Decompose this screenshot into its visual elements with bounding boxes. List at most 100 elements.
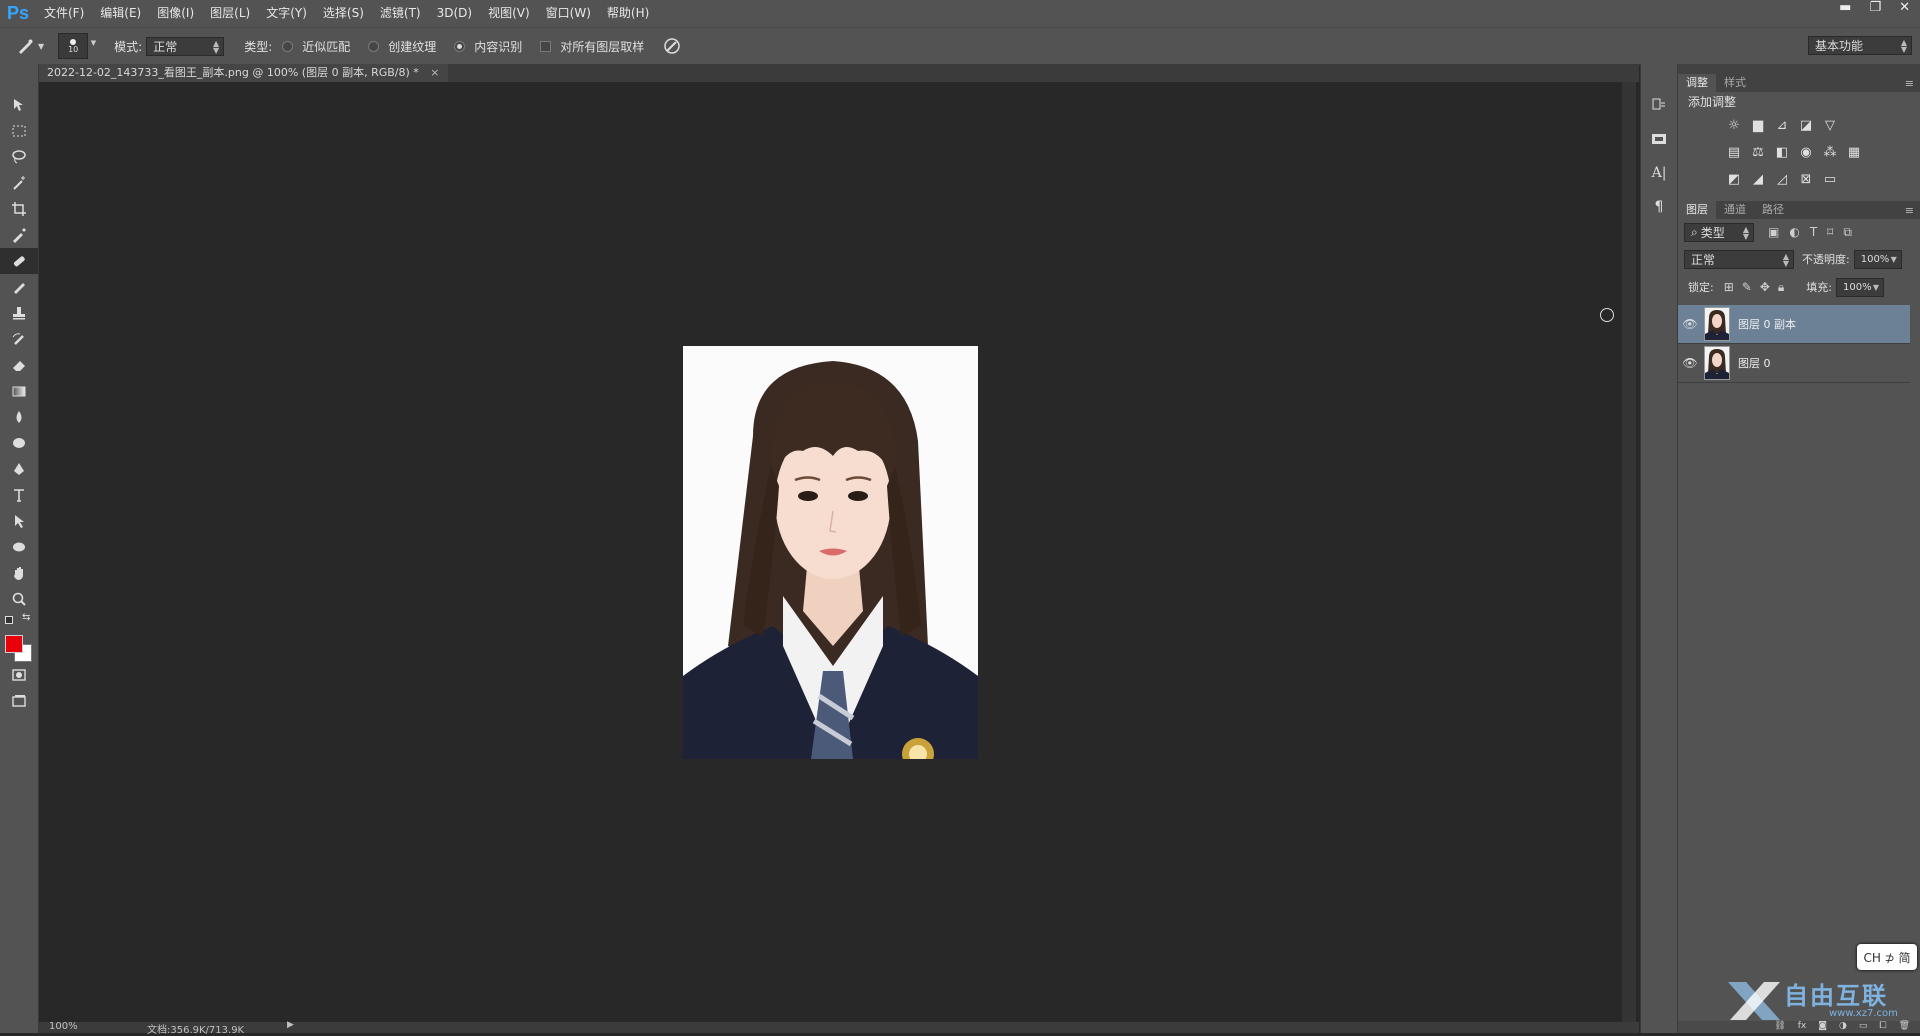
minimize-button[interactable]: ▬	[1839, 0, 1851, 20]
panel-menu-icon[interactable]: ≡	[1905, 204, 1914, 217]
black-white-icon[interactable]: ◧	[1774, 145, 1790, 161]
filter-shape-icon[interactable]: ⌑	[1827, 225, 1833, 239]
close-button[interactable]: ✕	[1899, 0, 1910, 20]
eyedropper-tool[interactable]	[0, 222, 38, 248]
menu-edit[interactable]: 编辑(E)	[92, 0, 149, 27]
document-tab[interactable]: 2022-12-02_143733_看图王_副本.png @ 100% (图层 …	[39, 64, 448, 82]
levels-icon[interactable]: ▆	[1750, 118, 1766, 134]
clone-stamp-tool[interactable]	[0, 300, 38, 326]
channel-mixer-icon[interactable]: ⁂	[1822, 145, 1838, 161]
mode-select[interactable]: 正常 ▲ ▼	[146, 36, 225, 56]
layer-filter-select[interactable]: ⌕ 类型 ▲ ▼	[1684, 222, 1754, 242]
vertical-scrollbar[interactable]	[1622, 82, 1636, 1022]
menu-image[interactable]: 图像(I)	[149, 0, 202, 27]
tab-channels[interactable]: 通道	[1716, 201, 1754, 219]
quick-mask-button[interactable]	[0, 662, 38, 688]
lock-transparent-icon[interactable]: ⊞	[1724, 280, 1734, 294]
spot-healing-tool[interactable]	[0, 248, 38, 274]
screen-mode-button[interactable]	[0, 688, 38, 714]
document-image[interactable]	[683, 346, 978, 759]
status-menu-arrow-icon[interactable]: ▶	[287, 1020, 294, 1030]
magic-wand-tool[interactable]	[0, 170, 38, 196]
posterize-icon[interactable]: ◢	[1750, 172, 1766, 188]
menu-file[interactable]: 文件(F)	[36, 0, 92, 27]
color-lookup-icon[interactable]: ▦	[1846, 145, 1862, 161]
hue-saturation-icon[interactable]: ▤	[1726, 145, 1742, 161]
blend-mode-select[interactable]: 正常 ▲ ▼	[1684, 249, 1794, 269]
brush-size-picker[interactable]: 10 ▼	[58, 33, 96, 59]
pen-tool[interactable]	[0, 456, 38, 482]
workspace-select[interactable]: 基本功能 ▲ ▼	[1808, 36, 1912, 55]
pressure-brush-icon[interactable]	[662, 36, 682, 56]
menu-layer[interactable]: 图层(L)	[202, 0, 258, 27]
dodge-tool[interactable]	[0, 430, 38, 456]
history-brush-tool[interactable]	[0, 326, 38, 352]
filter-pixel-icon[interactable]: ▣	[1768, 225, 1779, 239]
swap-colors-icon[interactable]: ⇆	[22, 612, 30, 623]
tab-adjustments[interactable]: 调整	[1678, 74, 1716, 92]
exposure-icon[interactable]: ◪	[1798, 118, 1814, 134]
menu-3d[interactable]: 3D(D)	[429, 0, 480, 27]
tab-paths[interactable]: 路径	[1754, 201, 1792, 219]
lock-image-icon[interactable]: ✎	[1742, 280, 1752, 294]
blur-tool[interactable]	[0, 404, 38, 430]
gradient-map-icon[interactable]: ▭	[1822, 172, 1838, 188]
lock-all-icon[interactable]: 🔒︎	[1778, 280, 1784, 295]
ellipse-tool[interactable]	[0, 534, 38, 560]
type-tool[interactable]	[0, 482, 38, 508]
photo-filter-icon[interactable]: ◉	[1798, 145, 1814, 161]
type-option-texture[interactable]: 创建纹理	[368, 38, 440, 55]
character-panel-button[interactable]: A|	[1641, 156, 1677, 190]
menu-view[interactable]: 视图(V)	[480, 0, 538, 27]
crop-tool[interactable]	[0, 196, 38, 222]
ime-indicator[interactable]: CH ⊅ 简	[1857, 944, 1917, 970]
menu-type[interactable]: 文字(Y)	[258, 0, 315, 27]
paragraph-panel-button[interactable]: ¶	[1641, 190, 1677, 224]
lasso-tool[interactable]	[0, 144, 38, 170]
zoom-level[interactable]: 100%	[49, 1021, 78, 1032]
close-tab-icon[interactable]: ×	[430, 66, 439, 79]
toolbar-grip[interactable]	[0, 64, 38, 92]
restore-button[interactable]: ❐	[1869, 0, 1881, 20]
fill-field[interactable]: 100% ▼	[1836, 277, 1885, 297]
foreground-color-swatch[interactable]	[5, 635, 23, 653]
gradient-tool[interactable]	[0, 378, 38, 404]
hand-tool[interactable]	[0, 560, 38, 586]
sample-all-layers-checkbox[interactable]: 对所有图层取样	[540, 38, 648, 55]
filter-smart-object-icon[interactable]: ⧉	[1843, 225, 1852, 240]
tool-preset-picker[interactable]: ▼	[14, 35, 44, 57]
brightness-icon[interactable]: ☼	[1726, 118, 1742, 134]
type-option-content-aware[interactable]: 内容识别	[454, 38, 526, 55]
threshold-icon[interactable]: ◿	[1774, 172, 1790, 188]
tab-layers[interactable]: 图层	[1678, 201, 1716, 219]
marquee-tool[interactable]	[0, 118, 38, 144]
layer-row[interactable]: 👁︎ 图层 0 副本	[1678, 305, 1910, 344]
move-tool[interactable]	[0, 92, 38, 118]
tab-styles[interactable]: 样式	[1716, 74, 1754, 92]
visibility-eye-icon[interactable]: 👁︎	[1678, 317, 1702, 331]
menu-help[interactable]: 帮助(H)	[599, 0, 657, 27]
properties-panel-button[interactable]	[1641, 122, 1677, 156]
visibility-eye-icon[interactable]: 👁︎	[1678, 356, 1702, 370]
menu-filter[interactable]: 滤镜(T)	[372, 0, 429, 27]
filter-type-icon[interactable]: T	[1810, 225, 1817, 239]
layer-row[interactable]: 👁︎ 图层 0	[1678, 344, 1910, 383]
lock-position-icon[interactable]: ✥	[1760, 280, 1770, 294]
zoom-tool[interactable]	[0, 586, 38, 612]
opacity-field[interactable]: 100% ▼	[1853, 249, 1902, 269]
vibrance-icon[interactable]: ▽	[1822, 118, 1838, 134]
curves-icon[interactable]: ⊿	[1774, 118, 1790, 134]
menu-window[interactable]: 窗口(W)	[538, 0, 599, 27]
panel-menu-icon[interactable]: ≡	[1905, 77, 1914, 90]
selective-color-icon[interactable]: ⊠	[1798, 172, 1814, 188]
menu-select[interactable]: 选择(S)	[315, 0, 372, 27]
default-colors-icon[interactable]	[5, 616, 13, 624]
type-option-proximity[interactable]: 近似匹配	[282, 38, 354, 55]
color-balance-icon[interactable]: ⚖	[1750, 145, 1766, 161]
brush-tool[interactable]	[0, 274, 38, 300]
filter-adjustment-icon[interactable]: ◐	[1789, 225, 1799, 239]
invert-icon[interactable]: ◩	[1726, 172, 1742, 188]
path-selection-tool[interactable]	[0, 508, 38, 534]
history-panel-button[interactable]	[1641, 88, 1677, 122]
eraser-tool[interactable]	[0, 352, 38, 378]
